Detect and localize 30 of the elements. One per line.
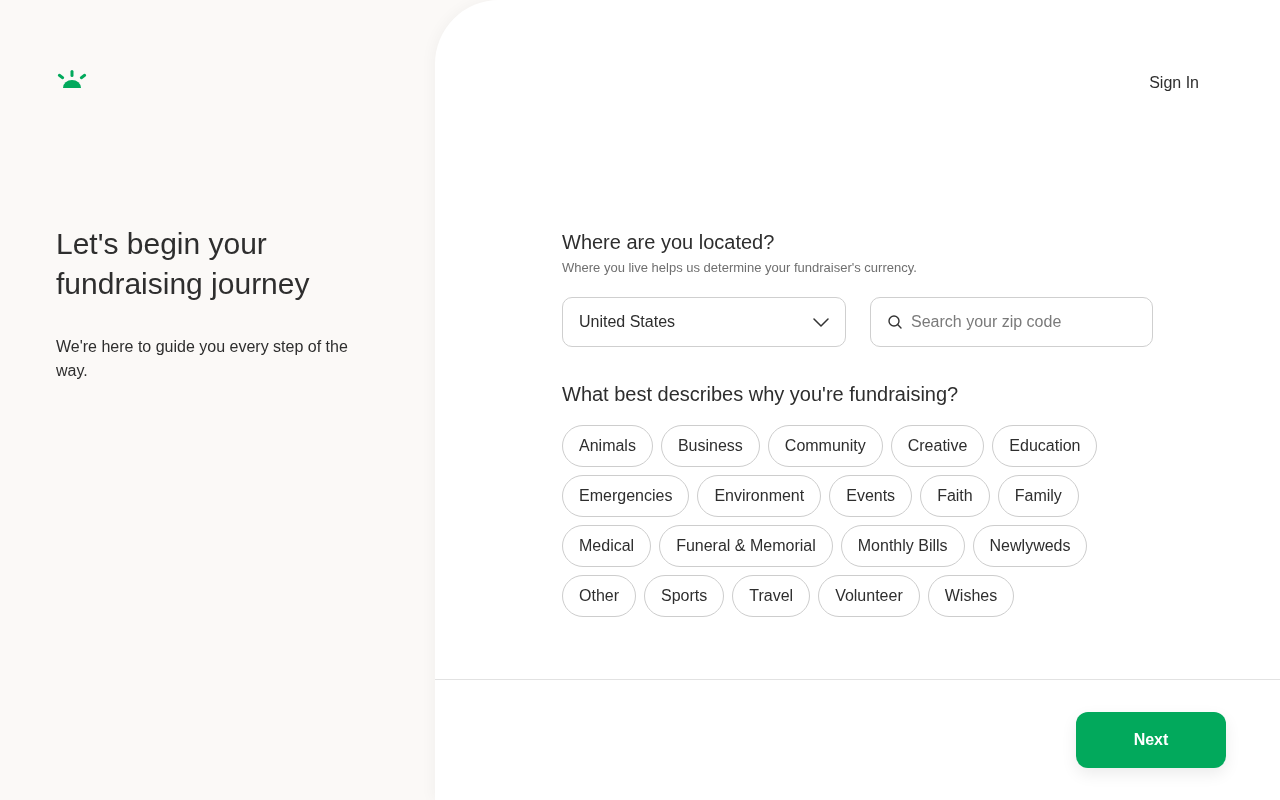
category-chip[interactable]: Funeral & Memorial	[659, 525, 833, 567]
category-chip[interactable]: Business	[660, 425, 760, 467]
category-chip[interactable]: Emergencies	[562, 475, 690, 517]
sign-in-link[interactable]: Sign In	[1149, 71, 1199, 95]
category-chip[interactable]: Medical	[562, 525, 652, 567]
category-chip[interactable]: Creative	[890, 425, 985, 467]
intro-heading: Let's begin your fundraising journey	[56, 226, 311, 302]
category-chip[interactable]: Sports	[644, 575, 725, 617]
category-chip[interactable]: Events	[829, 475, 913, 517]
sun-logo-icon[interactable]	[56, 70, 88, 88]
zip-search-field[interactable]: Search your zip code	[870, 297, 1153, 347]
category-chip[interactable]: Other	[562, 575, 636, 617]
category-chip[interactable]: Wishes	[927, 575, 1015, 617]
category-question: What best describes why you're fundraising?	[562, 382, 959, 407]
search-icon	[888, 315, 902, 329]
intro-text: We're here to guide you every step of the way.	[56, 337, 349, 381]
category-chip[interactable]: Environment	[697, 475, 822, 517]
location-question: Where are you located?	[562, 230, 775, 255]
category-chip[interactable]: Travel	[732, 575, 811, 617]
category-chip[interactable]: Volunteer	[818, 575, 920, 617]
category-chip[interactable]: Newlyweds	[972, 525, 1088, 567]
category-chip[interactable]: Monthly Bills	[840, 525, 965, 567]
category-chip[interactable]: Education	[992, 425, 1098, 467]
category-chip[interactable]: Community	[767, 425, 883, 467]
category-chip[interactable]: Animals	[562, 425, 653, 467]
location-hint: Where you live helps us determine your fundraiser's currency.	[562, 259, 917, 277]
country-dropdown[interactable]: United States	[562, 297, 846, 347]
category-chip[interactable]: Family	[997, 475, 1079, 517]
chevron-down-icon	[813, 317, 829, 327]
category-chip[interactable]: Faith	[920, 475, 990, 517]
